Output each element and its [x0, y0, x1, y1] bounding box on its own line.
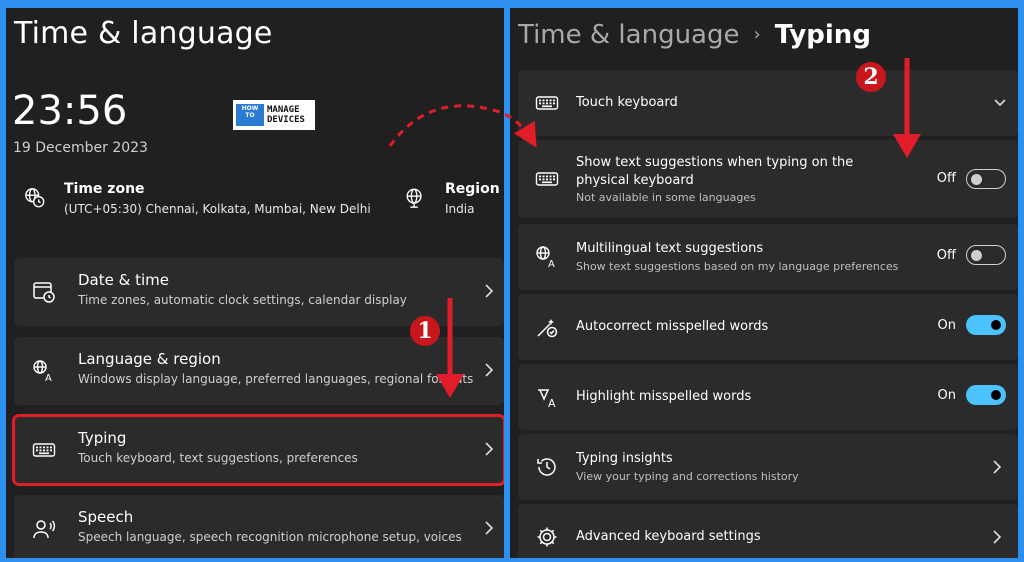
logo-line1: HOW	[241, 105, 259, 112]
settings-item-language-region[interactable]: A Language & region Windows display lang…	[14, 337, 504, 405]
globe-clock-icon	[25, 188, 45, 208]
chevron-down-icon[interactable]	[992, 94, 1008, 112]
time-hero-section: 23:56 19 December 2023 HOW TO MANAGE DEV…	[6, 78, 504, 246]
logo-mark: HOW TO	[236, 104, 264, 126]
step-badge-1: 1	[410, 316, 440, 346]
chevron-right-icon	[485, 442, 494, 456]
logo-line2: TO	[245, 112, 255, 119]
step-badge-2: 2	[856, 62, 886, 92]
clock-display: 23:56	[12, 88, 128, 134]
chevron-right-icon	[485, 363, 494, 377]
setting-touch-keyboard[interactable]: Touch keyboard	[518, 70, 1018, 136]
globe-pin-icon	[406, 188, 422, 208]
language-icon: A	[536, 246, 555, 269]
item-subtitle: Windows display language, preferred lang…	[78, 372, 474, 386]
clock-calendar-icon	[33, 282, 55, 303]
toggle-state-label: Off	[936, 248, 956, 263]
speech-icon	[33, 520, 56, 539]
toggle-state-label: On	[937, 318, 956, 333]
setting-physical-keyboard-suggestions[interactable]: Show text suggestions when typing on the…	[518, 140, 1018, 218]
time-language-panel: Time & language 23:56 19 December 2023 H…	[6, 8, 504, 558]
timezone-value: (UTC+05:30) Chennai, Kolkata, Mumbai, Ne…	[64, 202, 371, 216]
setting-highlight-misspelled[interactable]: A Highlight misspelled words On	[518, 364, 1018, 430]
svg-text:A: A	[45, 373, 52, 383]
item-subtitle: Speech language, speech recognition micr…	[78, 530, 462, 544]
logo-word2: DEVICES	[267, 115, 305, 125]
page-title: Time & language	[14, 16, 273, 51]
setting-title: Highlight misspelled words	[576, 389, 752, 404]
typing-settings-panel: Time & language › Typing Touch keyboard Sh…	[510, 8, 1018, 558]
settings-item-date-time[interactable]: Date & time Time zones, automatic clock …	[14, 258, 504, 326]
setting-title: Advanced keyboard settings	[576, 529, 761, 544]
settings-item-speech[interactable]: Speech Speech language, speech recogniti…	[14, 495, 504, 558]
chevron-right-icon	[993, 460, 1002, 474]
svg-text:A: A	[548, 259, 555, 269]
setting-title: Show text suggestions when typing on the…	[576, 155, 854, 188]
setting-subtitle: Show text suggestions based on my langua…	[576, 260, 899, 273]
multilingual-suggestions-toggle[interactable]	[966, 245, 1006, 265]
date-display: 19 December 2023	[13, 140, 148, 156]
highlight-misspelled-toggle[interactable]	[966, 385, 1006, 405]
toggle-state-label: Off	[936, 171, 956, 186]
region-label: Region	[445, 181, 500, 197]
logo-text: MANAGE DEVICES	[267, 105, 305, 125]
language-icon: A	[33, 360, 52, 383]
setting-advanced-keyboard[interactable]: Advanced keyboard settings	[518, 504, 1018, 558]
breadcrumb-separator: ›	[753, 24, 761, 45]
keyboard-icon	[535, 96, 559, 110]
toggle-state-label: On	[937, 388, 956, 403]
keyboard-icon	[535, 172, 559, 186]
history-icon	[537, 458, 556, 476]
setting-title: Multilingual text suggestions	[576, 241, 764, 256]
chevron-right-icon	[993, 530, 1002, 544]
autocorrect-icon	[537, 319, 558, 338]
timezone-label: Time zone	[64, 181, 145, 197]
breadcrumb-current: Typing	[774, 20, 871, 50]
gear-icon	[537, 527, 557, 547]
chevron-right-icon	[485, 284, 494, 298]
setting-title: Autocorrect misspelled words	[576, 319, 769, 334]
item-title: Date & time	[78, 271, 169, 289]
setting-subtitle: View your typing and corrections history	[576, 470, 799, 483]
watermark-logo: HOW TO MANAGE DEVICES	[233, 100, 315, 130]
setting-typing-insights[interactable]: Typing insights View your typing and cor…	[518, 434, 1018, 500]
breadcrumb: Time & language › Typing	[518, 20, 871, 50]
breadcrumb-parent[interactable]: Time & language	[518, 20, 739, 50]
item-subtitle: Touch keyboard, text suggestions, prefer…	[78, 451, 358, 465]
setting-title: Typing insights	[576, 451, 673, 466]
physical-keyboard-suggestions-toggle[interactable]	[966, 169, 1006, 189]
keyboard-icon	[32, 443, 56, 457]
setting-multilingual-suggestions[interactable]: A Multilingual text suggestions Show tex…	[518, 224, 1018, 290]
chevron-right-icon	[485, 521, 494, 535]
item-subtitle: Time zones, automatic clock settings, ca…	[78, 293, 407, 307]
item-title: Typing	[78, 429, 127, 447]
logo-word1: MANAGE	[267, 105, 300, 115]
settings-item-typing[interactable]: Typing Touch keyboard, text suggestions,…	[12, 414, 504, 486]
setting-subtitle: Not available in some languages	[576, 191, 756, 204]
highlight-spelling-icon: A	[538, 389, 556, 409]
item-title: Speech	[78, 508, 134, 526]
svg-text:A: A	[548, 397, 556, 409]
autocorrect-toggle[interactable]	[966, 315, 1006, 335]
item-title: Language & region	[78, 350, 221, 368]
region-value: India	[445, 202, 475, 216]
setting-title: Touch keyboard	[576, 95, 678, 110]
setting-autocorrect[interactable]: Autocorrect misspelled words On	[518, 294, 1018, 360]
